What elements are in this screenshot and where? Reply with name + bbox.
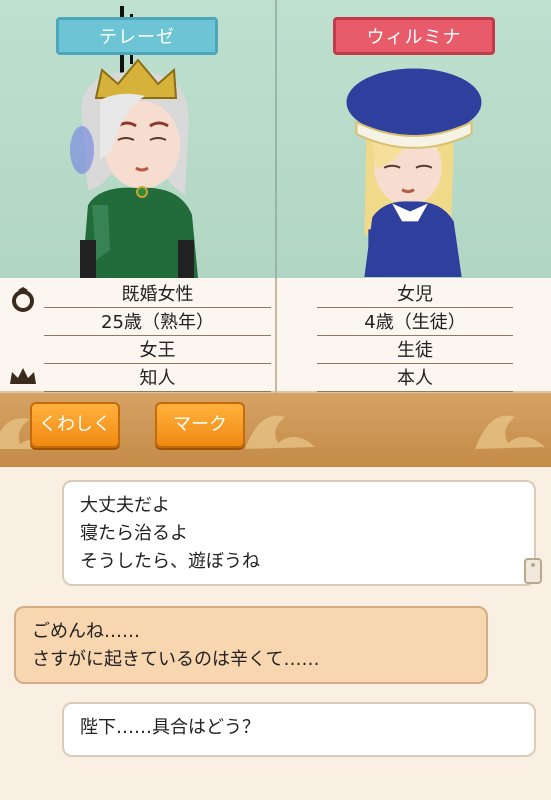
portrait-panel-right[interactable]: ウィルミナ <box>275 0 551 278</box>
chat-log[interactable]: 大丈夫だよ 寝たら治るよ そうしたら、遊ぼうね ごめんね…… さすがに起きている… <box>0 467 551 800</box>
portrait-area: テレーゼ ウィルミナ <box>0 0 551 278</box>
details-button[interactable]: くわしく <box>30 402 120 448</box>
marital-status-right: 女児 <box>317 280 513 308</box>
age-left: 25歳（熟年） <box>44 308 271 336</box>
ornament-icon <box>245 415 315 449</box>
message-text: 陛下……具合はどう？ <box>80 717 260 738</box>
info-right: 女児 4歳（生徒） 生徒 本人 <box>275 278 551 393</box>
message-bubble: 陛下……具合はどう？ <box>62 702 536 757</box>
message-text: 大丈夫だよ 寝たら治るよ そうしたら、遊ぼうね <box>80 495 260 572</box>
role-left: 女王 <box>44 336 271 364</box>
action-bar: くわしく マーク <box>0 393 551 467</box>
ring-icon <box>12 287 34 312</box>
message-bubble: ごめんね…… さすがに起きているのは辛くて…… <box>14 606 488 684</box>
message-bubble: 大丈夫だよ 寝たら治るよ そうしたら、遊ぼうね <box>62 480 536 586</box>
relation-left: 知人 <box>44 364 271 392</box>
info-left: 既婚女性 25歳（熟年） 女王 知人 <box>0 278 275 393</box>
mark-button[interactable]: マーク <box>155 402 245 448</box>
role-right: 生徒 <box>317 336 513 364</box>
age-right: 4歳（生徒） <box>317 308 513 336</box>
character-name-right: ウィルミナ <box>333 17 495 55</box>
marital-status-left: 既婚女性 <box>44 280 271 308</box>
message-text: ごめんね…… さすがに起きているのは辛くて…… <box>32 621 320 670</box>
portrait-panel-left[interactable]: テレーゼ <box>0 0 275 278</box>
character-info-table: 既婚女性 25歳（熟年） 女王 知人 女児 4歳（生徒） 生徒 本人 <box>0 278 551 393</box>
ornament-icon <box>475 415 545 449</box>
relation-right: 本人 <box>317 364 513 392</box>
crown-icon <box>10 368 36 384</box>
character-name-left: テレーゼ <box>56 17 218 55</box>
bookmark-tag-icon[interactable] <box>522 555 544 585</box>
